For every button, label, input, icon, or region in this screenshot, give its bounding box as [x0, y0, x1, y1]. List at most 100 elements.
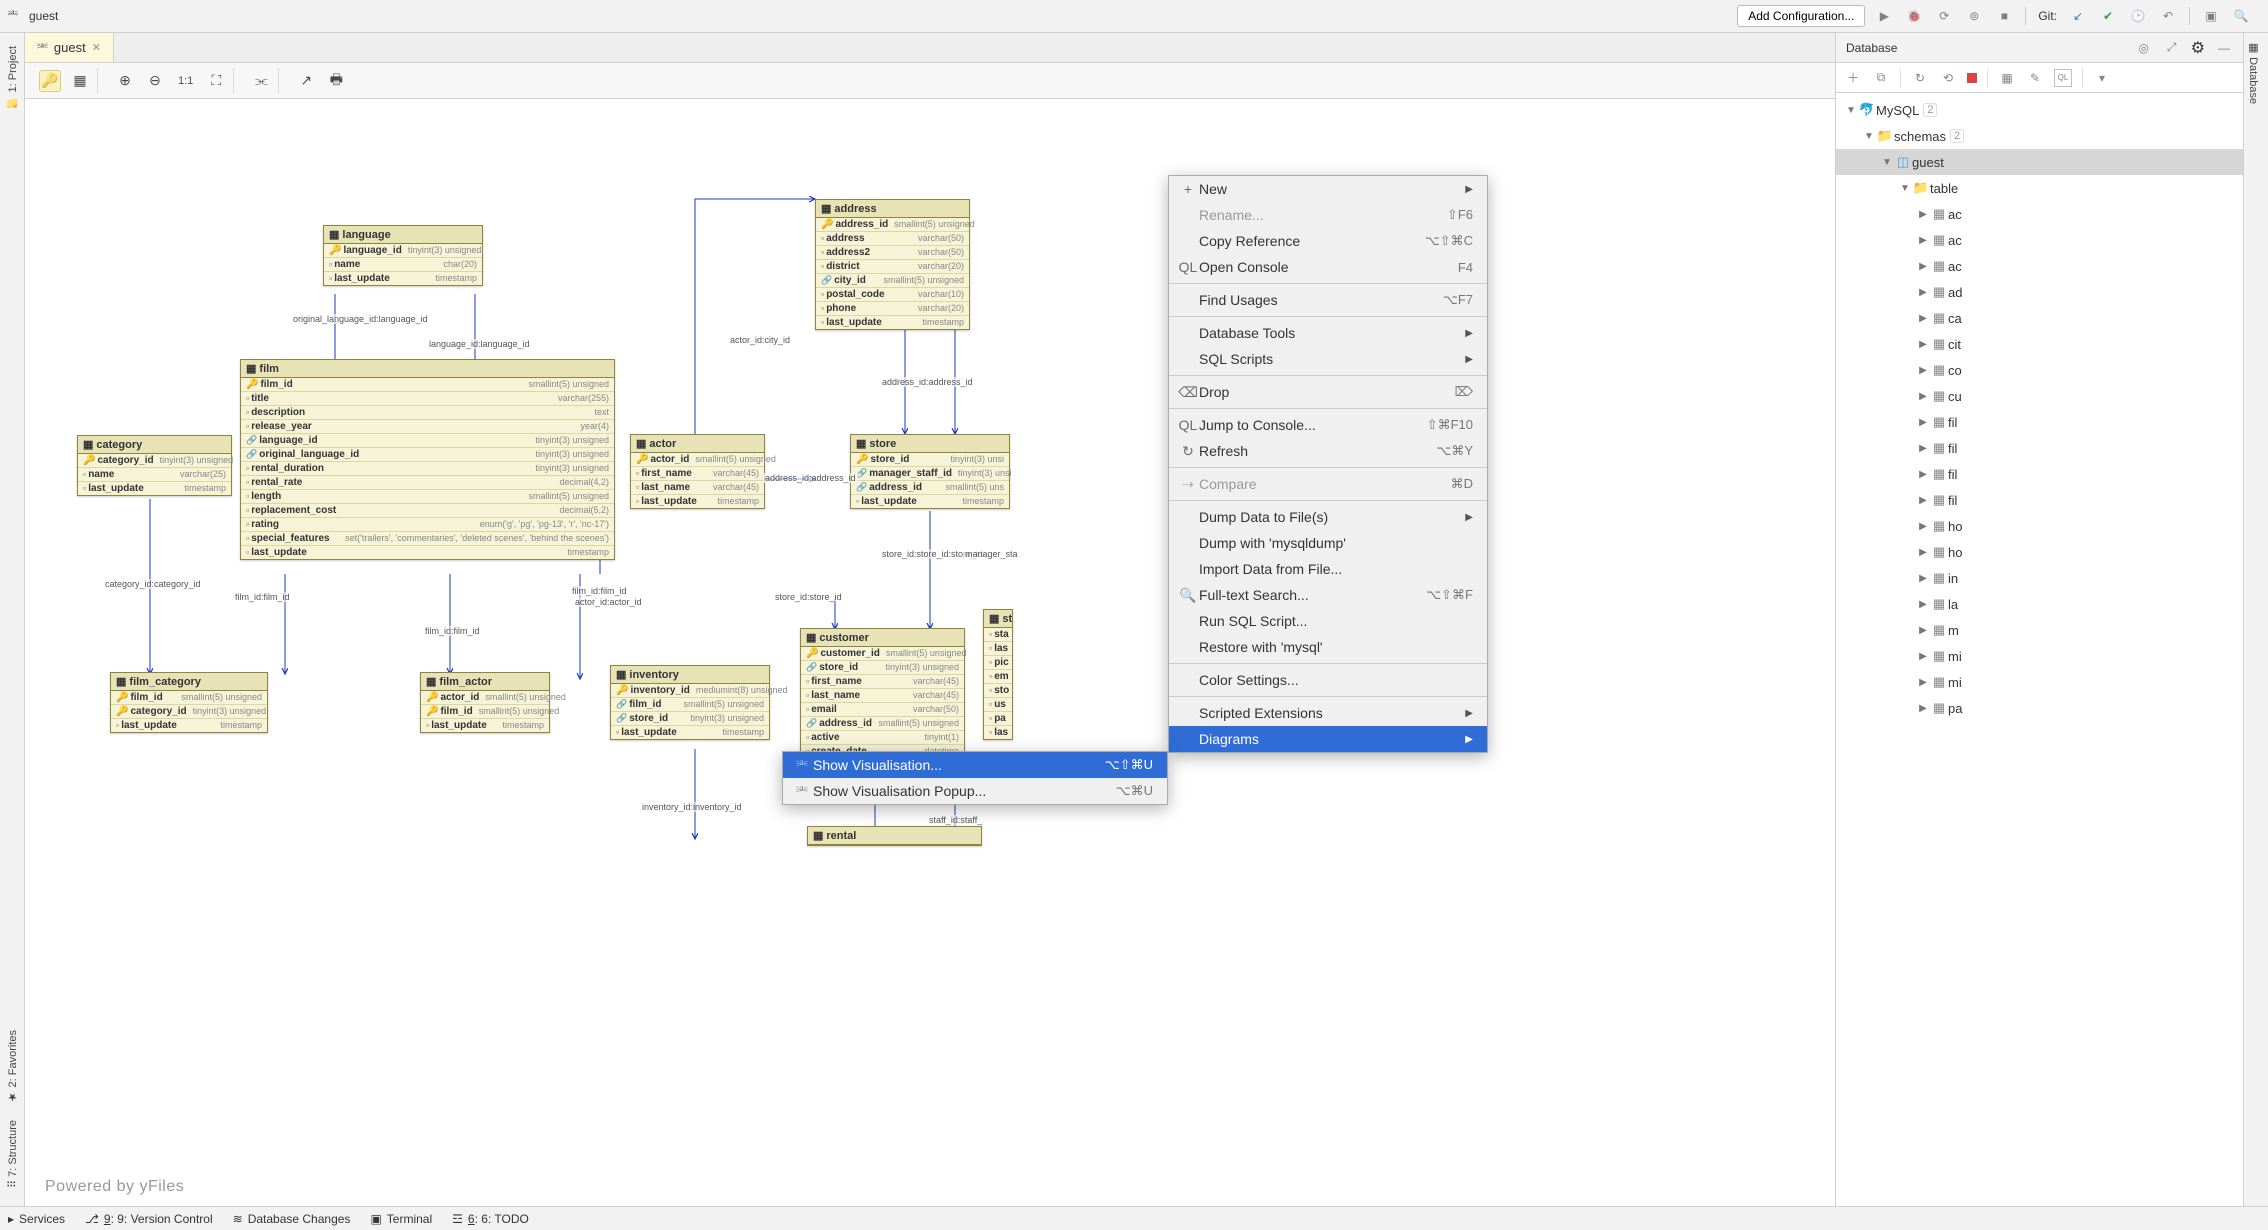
ctx-item-dump-data-to-file-s-[interactable]: Dump Data to File(s)▶ — [1169, 504, 1487, 530]
services-tab[interactable]: ▸Services — [8, 1212, 65, 1226]
zoom-in-button[interactable]: ⊕ — [114, 70, 136, 92]
tree-table-item[interactable]: ▶▦ac — [1836, 253, 2243, 279]
editor-tab-guest[interactable]: ⎃ guest ✕ — [25, 33, 114, 62]
ctx-item-dump-with-mysqldump-[interactable]: Dump with 'mysqldump' — [1169, 530, 1487, 556]
duplicate-icon[interactable]: ⧉ — [1872, 69, 1890, 87]
ctx-item-restore-with-mysql-[interactable]: Restore with 'mysql' — [1169, 634, 1487, 660]
tree-table-item[interactable]: ▶▦mi — [1836, 643, 2243, 669]
entity-category[interactable]: ▦ category🔑category_idtinyint(3) unsigne… — [77, 435, 232, 496]
tree-table-item[interactable]: ▶▦m — [1836, 617, 2243, 643]
ctx-item-diagrams[interactable]: Diagrams▶ — [1169, 726, 1487, 752]
entity-language[interactable]: ▦ language🔑language_idtinyint(3) unsigne… — [323, 225, 483, 286]
entity-film-category[interactable]: ▦ film_category🔑film_idsmallint(5) unsig… — [110, 672, 268, 733]
terminal-tab[interactable]: ▣Terminal — [370, 1212, 432, 1226]
ctx-item-open-console[interactable]: QLOpen ConsoleF4 — [1169, 254, 1487, 280]
tree-table-item[interactable]: ▶▦pa — [1836, 695, 2243, 721]
table-icon[interactable]: ▦ — [1998, 69, 2016, 87]
ctx-item-copy-reference[interactable]: Copy Reference⌥⇧⌘C — [1169, 228, 1487, 254]
diagram-canvas[interactable]: ▦ language🔑language_idtinyint(3) unsigne… — [25, 99, 1835, 1206]
tree-table-item[interactable]: ▶▦ac — [1836, 227, 2243, 253]
tree-table-item[interactable]: ▶▦ac — [1836, 201, 2243, 227]
tree-table-item[interactable]: ▶▦ho — [1836, 513, 2243, 539]
stop-icon[interactable] — [1967, 73, 1977, 83]
git-commit-icon[interactable]: ✔ — [2099, 7, 2117, 25]
add-datasource-button[interactable]: ＋ — [1844, 69, 1862, 87]
submenu-item-show-visualisation-popup-[interactable]: ⎃Show Visualisation Popup...⌥⌘U — [783, 778, 1167, 804]
tree-table-item[interactable]: ▶▦fil — [1836, 435, 2243, 461]
ctx-item-full-text-search-[interactable]: 🔍Full-text Search...⌥⇧⌘F — [1169, 582, 1487, 608]
database-tab-right[interactable]: ▦ Database — [2244, 33, 2263, 112]
ctx-item-sql-scripts[interactable]: SQL Scripts▶ — [1169, 346, 1487, 372]
ctx-item-scripted-extensions[interactable]: Scripted Extensions▶ — [1169, 700, 1487, 726]
ctx-item-drop[interactable]: ⌫Drop⌦ — [1169, 379, 1487, 405]
entity-store[interactable]: ▦ store🔑store_idtinyint(3) unsi🔗manager_… — [850, 434, 1010, 509]
entity-actor[interactable]: ▦ actor🔑actor_idsmallint(5) unsigned▫fir… — [630, 434, 765, 509]
profile-icon[interactable]: ⊚ — [1965, 7, 1983, 25]
ctx-item-jump-to-console-[interactable]: QLJump to Console...⇧⌘F10 — [1169, 412, 1487, 438]
entity-film[interactable]: ▦ film🔑film_idsmallint(5) unsigned▫title… — [240, 359, 615, 560]
entity-inventory[interactable]: ▦ inventory🔑inventory_idmediumint(8) uns… — [610, 665, 770, 740]
ctx-item-run-sql-script-[interactable]: Run SQL Script... — [1169, 608, 1487, 634]
expand-icon[interactable]: ⤢ — [2163, 39, 2181, 57]
zoom-out-button[interactable]: ⊖ — [144, 70, 166, 92]
edit-icon[interactable]: ✎ — [2026, 69, 2044, 87]
add-configuration-button[interactable]: Add Configuration... — [1737, 5, 1865, 27]
tree-schemas[interactable]: ▼ 📁 schemas 2 — [1836, 123, 2243, 149]
tree-table-item[interactable]: ▶▦mi — [1836, 669, 2243, 695]
ctx-item-color-settings-[interactable]: Color Settings... — [1169, 667, 1487, 693]
ide-scripting-icon[interactable]: ▣ — [2202, 7, 2220, 25]
database-tree[interactable]: ▼🐬 MySQL 2 ▼ 📁 schemas 2 ▼ ◫ guest ▼ 📁 t… — [1836, 93, 2243, 1206]
entity-address[interactable]: ▦ address🔑address_idsmallint(5) unsigned… — [815, 199, 970, 330]
coverage-icon[interactable]: ⟳ — [1935, 7, 1953, 25]
tree-datasource[interactable]: ▼🐬 MySQL 2 — [1836, 97, 2243, 123]
database-changes-tab[interactable]: ≋Database Changes — [233, 1212, 351, 1226]
ctx-item-database-tools[interactable]: Database Tools▶ — [1169, 320, 1487, 346]
stop-icon[interactable]: ■ — [1995, 7, 2013, 25]
key-columns-button[interactable]: 🔑 — [39, 70, 61, 92]
tree-table-item[interactable]: ▶▦fil — [1836, 487, 2243, 513]
tree-tables-folder[interactable]: ▼ 📁 table — [1836, 175, 2243, 201]
ctx-item-import-data-from-file-[interactable]: Import Data from File... — [1169, 556, 1487, 582]
target-icon[interactable]: ◎ — [2135, 39, 2153, 57]
search-icon[interactable]: 🔍 — [2232, 7, 2250, 25]
close-icon[interactable]: ✕ — [92, 41, 101, 54]
export-button[interactable]: ↗ — [295, 70, 317, 92]
structure-tab[interactable]: ⠿ 7: Structure — [4, 1112, 21, 1196]
minimize-icon[interactable]: — — [2215, 39, 2233, 57]
console-icon[interactable]: QL — [2054, 69, 2072, 87]
ctx-item-find-usages[interactable]: Find Usages⌥F7 — [1169, 287, 1487, 313]
zoom-reset-button[interactable]: 1:1 — [174, 70, 197, 92]
entity-rental[interactable]: ▦ rental — [807, 826, 982, 846]
run-icon[interactable]: ▶ — [1875, 7, 1893, 25]
tree-schema-guest[interactable]: ▼ ◫ guest — [1836, 149, 2243, 175]
tree-table-item[interactable]: ▶▦co — [1836, 357, 2243, 383]
ctx-item-refresh[interactable]: ↻Refresh⌥⌘Y — [1169, 438, 1487, 464]
git-revert-icon[interactable]: ↶ — [2159, 7, 2177, 25]
favorites-tab[interactable]: ★ 2: Favorites — [4, 1022, 21, 1112]
sync-icon[interactable]: ⟲ — [1939, 69, 1957, 87]
todo-tab[interactable]: ☲6: 6: TODO — [452, 1212, 529, 1226]
tree-table-item[interactable]: ▶▦ho — [1836, 539, 2243, 565]
filter-icon[interactable]: ▾ — [2093, 69, 2111, 87]
entity-sta[interactable]: ▦ sta▫sta▫las▫pic▫em▫sto▫us▫pa▫las — [983, 609, 1013, 740]
tree-table-item[interactable]: ▶▦cu — [1836, 383, 2243, 409]
tree-table-item[interactable]: ▶▦cit — [1836, 331, 2243, 357]
submenu-item-show-visualisation-[interactable]: ⎃Show Visualisation...⌥⇧⌘U — [783, 752, 1167, 778]
entity-film-actor[interactable]: ▦ film_actor🔑actor_idsmallint(5) unsigne… — [420, 672, 550, 733]
ctx-item-new[interactable]: +New▶ — [1169, 176, 1487, 202]
refresh-icon[interactable]: ↻ — [1911, 69, 1929, 87]
debug-icon[interactable]: 🐞 — [1905, 7, 1923, 25]
version-control-tab[interactable]: ⎇9: 9: Version Control — [85, 1212, 213, 1226]
tree-table-item[interactable]: ▶▦ad — [1836, 279, 2243, 305]
tree-table-item[interactable]: ▶▦in — [1836, 565, 2243, 591]
tree-table-item[interactable]: ▶▦ca — [1836, 305, 2243, 331]
project-tab[interactable]: 📁 1: Project — [4, 38, 21, 117]
fit-button[interactable]: ⛶ — [205, 70, 227, 92]
tree-table-item[interactable]: ▶▦fil — [1836, 409, 2243, 435]
grid-button[interactable]: ▦ — [69, 70, 91, 92]
git-update-icon[interactable]: ↙ — [2069, 7, 2087, 25]
tree-table-item[interactable]: ▶▦fil — [1836, 461, 2243, 487]
git-history-icon[interactable]: 🕑 — [2129, 7, 2147, 25]
gear-icon[interactable]: ⚙ — [2191, 38, 2205, 58]
tree-table-item[interactable]: ▶▦la — [1836, 591, 2243, 617]
